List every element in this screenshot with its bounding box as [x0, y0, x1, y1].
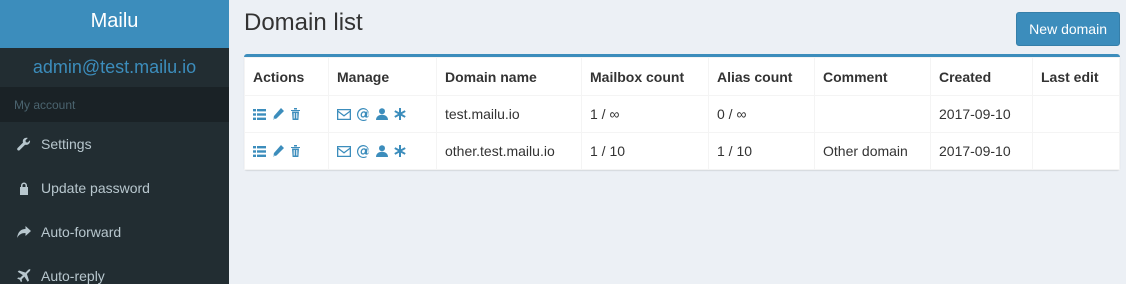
at-icon[interactable]: [357, 144, 370, 158]
sidebar-item-auto-forward[interactable]: Auto-forward: [0, 210, 229, 254]
sidebar: Mailu admin@test.mailu.io My account Set…: [0, 0, 229, 284]
list-icon[interactable]: [253, 108, 266, 120]
domain-name-cell: other.test.mailu.io: [436, 132, 582, 170]
envelope-icon[interactable]: [337, 145, 351, 157]
alias-count-cell: 0 / ∞: [708, 95, 815, 133]
column-header: Alias count: [708, 57, 815, 96]
sidebar-item-label: Auto-forward: [41, 224, 122, 240]
user-email: admin@test.mailu.io: [0, 48, 229, 87]
comment-cell: [814, 95, 931, 133]
wrench-icon: [17, 137, 31, 151]
pencil-icon[interactable]: [272, 145, 284, 157]
at-icon[interactable]: [357, 107, 370, 121]
sidebar-item-settings[interactable]: Settings: [0, 122, 229, 166]
table-header-row: Actions Manage Domain name Mailbox count…: [244, 57, 1120, 96]
column-header: Last edit: [1032, 57, 1120, 96]
mailbox-count-cell: 1 / 10: [581, 132, 709, 170]
envelope-icon[interactable]: [337, 108, 351, 120]
pencil-icon[interactable]: [272, 108, 284, 120]
mailbox-count-cell: 1 / ∞: [581, 95, 709, 133]
domain-name-cell: test.mailu.io: [436, 95, 582, 133]
column-header: Mailbox count: [581, 57, 709, 96]
table-row: other.test.mailu.io 1 / 10 1 / 10 Other …: [244, 132, 1120, 170]
last-edit-cell: [1032, 95, 1120, 133]
lock-icon: [17, 181, 31, 195]
actions-cell: [244, 132, 329, 170]
column-header: Actions: [244, 57, 329, 96]
sidebar-item-label: Settings: [41, 136, 92, 152]
alias-count-cell: 1 / 10: [708, 132, 815, 170]
created-cell: 2017-09-10: [930, 95, 1033, 133]
created-cell: 2017-09-10: [930, 132, 1033, 170]
user-icon[interactable]: [376, 108, 388, 120]
sidebar-item-auto-reply[interactable]: Auto-reply: [0, 254, 229, 284]
domain-table: Actions Manage Domain name Mailbox count…: [244, 57, 1120, 170]
list-icon[interactable]: [253, 145, 266, 157]
last-edit-cell: [1032, 132, 1120, 170]
share-icon: [17, 225, 31, 239]
column-header: Comment: [814, 57, 931, 96]
trash-icon[interactable]: [290, 108, 301, 120]
new-domain-button[interactable]: New domain: [1016, 12, 1120, 46]
brand-logo[interactable]: Mailu: [0, 0, 229, 48]
main-content: Domain list New domain Actions Manage Do…: [229, 0, 1126, 284]
manage-cell: [328, 132, 437, 170]
manage-cell: [328, 95, 437, 133]
sidebar-item-label: Update password: [41, 180, 150, 196]
trash-icon[interactable]: [290, 145, 301, 157]
column-header: Created: [930, 57, 1033, 96]
plane-icon: [17, 269, 31, 283]
menu-header: My account: [0, 87, 229, 122]
page-title: Domain list: [244, 9, 363, 36]
asterisk-icon[interactable]: [394, 145, 406, 157]
column-header: Manage: [328, 57, 437, 96]
user-icon[interactable]: [376, 145, 388, 157]
table-row: test.mailu.io 1 / ∞ 0 / ∞ 2017-09-10: [244, 95, 1120, 133]
sidebar-item-label: Auto-reply: [41, 268, 105, 284]
comment-cell: Other domain: [814, 132, 931, 170]
actions-cell: [244, 95, 329, 133]
sidebar-item-update-password[interactable]: Update password: [0, 166, 229, 210]
asterisk-icon[interactable]: [394, 108, 406, 120]
column-header: Domain name: [436, 57, 582, 96]
domain-table-box: Actions Manage Domain name Mailbox count…: [244, 54, 1120, 170]
